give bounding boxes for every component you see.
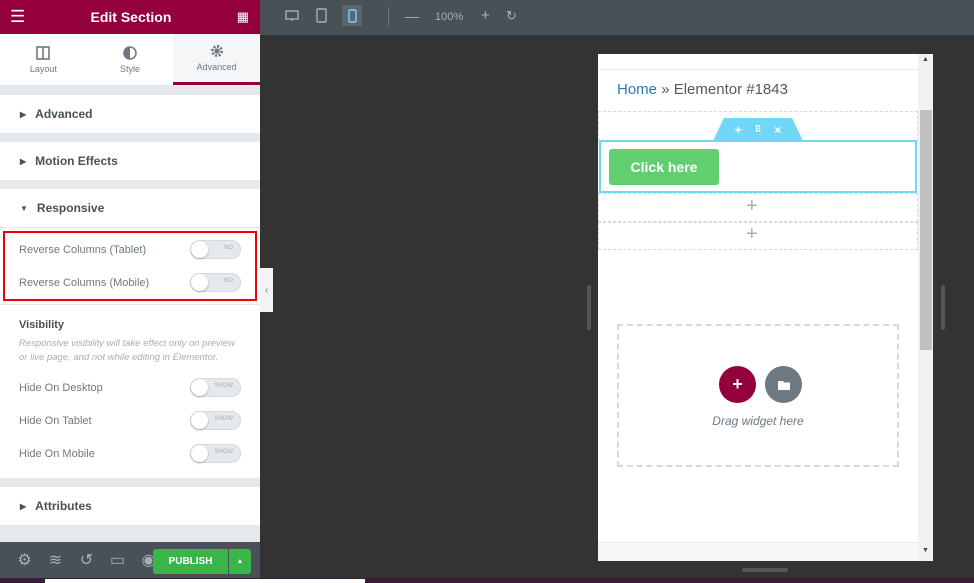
reverse-columns-mobile-label: Reverse Columns (Mobile) — [19, 276, 150, 289]
tab-layout-label: Layout — [29, 63, 57, 74]
hide-mobile-toggle[interactable]: SHOW — [190, 444, 241, 463]
caret-right-icon: ▶ — [20, 109, 27, 119]
collapse-panel-handle[interactable]: ‹ — [260, 268, 273, 312]
panel-footer: ⚙ ≋ ↺ ▭ ◉ PUBLISH ▲ — [0, 542, 260, 578]
selected-section[interactable]: Click here — [599, 140, 917, 193]
contrast-icon — [123, 45, 137, 60]
tablet-device-icon[interactable] — [316, 8, 327, 28]
add-element-icon[interactable]: + — [746, 223, 758, 246]
reverse-columns-tablet-toggle[interactable]: NO — [190, 240, 241, 259]
section-responsive-block: ▼ Responsive Reverse Columns (Tablet) NO … — [0, 189, 260, 478]
chevron-left-icon: ‹ — [264, 284, 269, 296]
publish-options-button[interactable]: ▲ — [229, 549, 251, 574]
section-attributes-label: Attributes — [35, 499, 92, 513]
add-template-button[interactable] — [765, 366, 802, 403]
resize-handle-right[interactable] — [941, 285, 945, 330]
delete-section-icon[interactable]: × — [774, 123, 781, 137]
zoom-in-icon[interactable]: + — [481, 7, 490, 24]
breadcrumb-home-link[interactable]: Home — [617, 81, 657, 98]
reverse-columns-tablet-label: Reverse Columns (Tablet) — [19, 243, 147, 256]
mobile-device-icon[interactable] — [342, 5, 362, 26]
tab-style-label: Style — [120, 63, 141, 74]
add-new-section-button[interactable]: + — [719, 366, 756, 403]
section-responsive[interactable]: ▼ Responsive — [0, 189, 260, 227]
publish-button[interactable]: PUBLISH — [153, 549, 228, 574]
hide-mobile-label: Hide On Mobile — [19, 447, 95, 460]
section-handle[interactable]: + ⠿ × — [713, 118, 803, 141]
history-icon[interactable]: ↺ — [71, 550, 102, 570]
empty-column — [598, 222, 918, 250]
scroll-down-icon[interactable]: ▼ — [922, 547, 929, 554]
hide-mobile-row: Hide On Mobile SHOW — [0, 437, 260, 470]
scrollbar-thumb[interactable] — [920, 110, 932, 350]
visibility-heading: Visibility — [19, 319, 65, 331]
widgets-grid-icon[interactable]: ▦ — [237, 9, 249, 25]
panel-tabs: Layout Style Advanced — [0, 34, 261, 86]
visibility-note: Responsive visibility will take effect o… — [19, 338, 235, 363]
hide-desktop-label: Hide On Desktop — [19, 381, 103, 394]
hide-desktop-toggle[interactable]: SHOW — [190, 378, 241, 397]
reverse-columns-mobile-row: Reverse Columns (Mobile) NO — [0, 266, 260, 299]
empty-column — [598, 193, 918, 222]
zoom-level: 100% — [435, 11, 464, 23]
section-motion-effects[interactable]: ▶ Motion Effects — [0, 142, 260, 180]
click-here-button[interactable]: Click here — [609, 149, 719, 185]
hamburger-menu-icon[interactable]: ☰ — [10, 7, 25, 27]
drop-zone[interactable]: + Drag widget here — [617, 324, 899, 467]
section-responsive-label: Responsive — [36, 201, 105, 215]
tab-style[interactable]: Style — [87, 34, 174, 85]
breadcrumb-current: Elementor #1843 — [673, 81, 788, 98]
toggle-state: SHOW — [214, 383, 233, 389]
section-advanced[interactable]: ▶ Advanced — [0, 95, 260, 133]
tab-advanced-label: Advanced — [196, 62, 237, 72]
resize-handle-left[interactable] — [587, 285, 591, 330]
editor-panel: ☰ Edit Section ▦ Layout Style Advanced ▶… — [0, 0, 261, 578]
divider — [388, 7, 389, 26]
breadcrumb-separator: » — [661, 81, 670, 98]
settings-icon[interactable]: ⚙ — [9, 550, 40, 570]
plus-icon: + — [732, 374, 743, 394]
hide-desktop-row: Hide On Desktop SHOW — [0, 371, 260, 404]
toggle-state: NO — [224, 245, 233, 251]
mobile-preview-frame: Home » Elementor #1843 + ⠿ × Click here + … — [598, 54, 933, 561]
resize-handle-bottom[interactable] — [742, 568, 788, 572]
panel-header: ☰ Edit Section ▦ — [0, 0, 260, 34]
caret-up-icon: ▲ — [236, 558, 244, 565]
toggle-state: NO — [224, 278, 233, 284]
navigator-layers-icon[interactable]: ≋ — [40, 550, 71, 570]
reverse-columns-mobile-toggle[interactable]: NO — [190, 273, 241, 292]
responsive-mode-icon[interactable]: ▭ — [102, 550, 133, 570]
hide-tablet-toggle[interactable]: SHOW — [190, 411, 241, 430]
panel-content: ▶ Advanced ▶ Motion Effects ▼ Responsive Re… — [0, 86, 260, 542]
add-section-icon[interactable]: + — [735, 123, 742, 137]
section-advanced-label: Advanced — [35, 107, 93, 121]
add-element-icon[interactable]: + — [746, 195, 758, 218]
preview-scrollbar[interactable]: ▲ ▼ — [918, 54, 933, 561]
drag-section-icon[interactable]: ⠿ — [755, 124, 762, 135]
reverse-columns-tablet-row: Reverse Columns (Tablet) NO — [0, 233, 260, 266]
tab-advanced[interactable]: Advanced — [173, 34, 261, 85]
toggle-state: SHOW — [214, 449, 233, 455]
section-motion-label: Motion Effects — [35, 154, 118, 168]
section-attributes[interactable]: ▶ Attributes — [0, 487, 260, 525]
caret-right-icon: ▶ — [20, 156, 27, 166]
scroll-up-icon[interactable]: ▲ — [922, 56, 929, 63]
caret-down-icon: ▼ — [20, 203, 28, 213]
os-taskbar — [0, 578, 974, 583]
responsive-topbar: — 100% + ↻ — [260, 0, 974, 35]
reset-zoom-icon[interactable]: ↻ — [506, 8, 517, 24]
breadcrumb: Home » Elementor #1843 — [617, 81, 788, 98]
hide-tablet-row: Hide On Tablet SHOW — [0, 404, 260, 437]
panel-title: Edit Section — [90, 9, 172, 25]
columns-icon — [36, 45, 51, 60]
tab-layout[interactable]: Layout — [0, 34, 87, 85]
hide-tablet-label: Hide On Tablet — [19, 414, 92, 427]
drag-widget-text: Drag widget here — [712, 414, 804, 428]
desktop-device-icon[interactable] — [285, 9, 299, 27]
folder-icon — [777, 380, 790, 390]
zoom-out-icon[interactable]: — — [405, 8, 419, 24]
toggle-state: SHOW — [214, 416, 233, 422]
caret-right-icon: ▶ — [20, 501, 27, 511]
gear-icon — [210, 45, 223, 57]
